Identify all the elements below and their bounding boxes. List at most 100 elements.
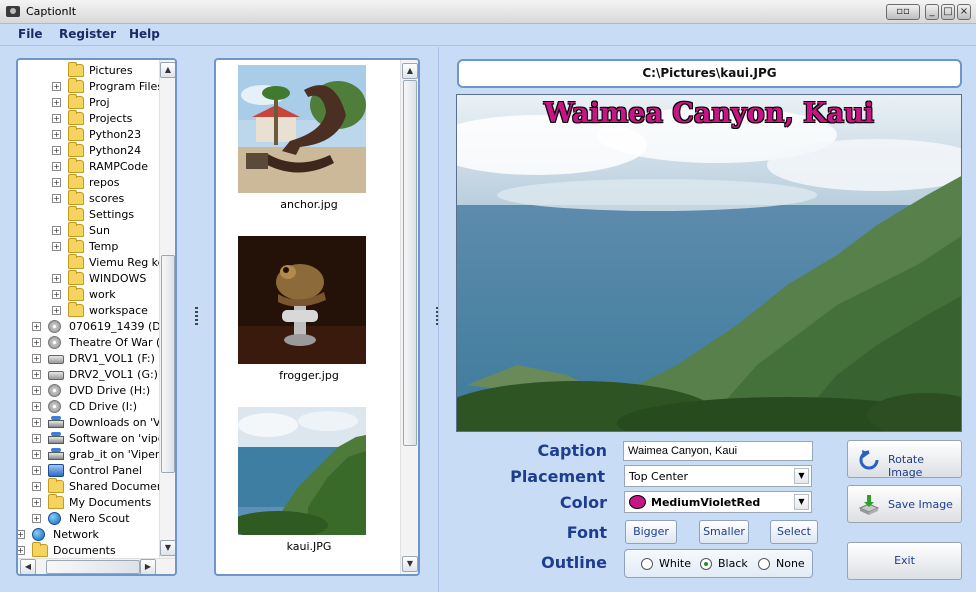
tree-item-label: 070619_1439 (D:) xyxy=(69,320,169,333)
expand-toggle-icon[interactable]: + xyxy=(18,530,25,539)
tree-item-label: Python23 xyxy=(89,128,142,141)
cd-drive-icon xyxy=(48,336,61,349)
expand-toggle-icon[interactable]: + xyxy=(32,514,41,523)
expand-toggle-icon[interactable]: + xyxy=(32,434,41,443)
expand-toggle-icon[interactable]: + xyxy=(32,466,41,475)
tree-item-label: Sun xyxy=(89,224,110,237)
outline-black-label[interactable]: Black xyxy=(718,557,748,570)
tree-item-label: work xyxy=(89,288,116,301)
tree-scroll-thumb[interactable] xyxy=(161,255,175,473)
tree-vertical-scrollbar[interactable]: ▲ ▼ xyxy=(159,60,175,558)
expand-toggle-icon[interactable]: + xyxy=(32,338,41,347)
font-smaller-button[interactable]: Smaller xyxy=(699,520,749,544)
expand-toggle-icon[interactable]: + xyxy=(32,498,41,507)
outline-white-label[interactable]: White xyxy=(659,557,691,570)
tree-scroll-left-button[interactable]: ◀ xyxy=(20,559,36,574)
rotate-image-button[interactable]: Rotate Image xyxy=(847,440,962,479)
tree-horizontal-scrollbar[interactable]: ◀ ▶ xyxy=(18,558,175,574)
expand-toggle-icon[interactable]: + xyxy=(32,386,41,395)
tree-item-label: Documents xyxy=(53,544,116,557)
expand-toggle-icon[interactable]: + xyxy=(52,242,61,251)
expand-toggle-icon[interactable]: + xyxy=(52,178,61,187)
expand-toggle-icon[interactable]: + xyxy=(52,114,61,123)
thumbnail-frogger[interactable] xyxy=(238,236,366,364)
folder-tree[interactable]: Pictures + Program Files + Proj + Projects + Pyt… xyxy=(16,58,177,576)
tree-item-label: My Documents xyxy=(69,496,152,509)
tree-scroll-down-button[interactable]: ▼ xyxy=(160,540,175,556)
thumbnail-list[interactable]: anchor.jpg frogger.jpg kaui.JPG ▲ ▼ xyxy=(214,58,420,576)
placement-value: Top Center xyxy=(629,470,689,483)
pane-divider xyxy=(438,47,439,592)
menu-register[interactable]: Register xyxy=(59,27,116,41)
canyon-thumbnail-image xyxy=(238,407,366,535)
thumbnail-caption-anchor: anchor.jpg xyxy=(280,198,338,211)
expand-toggle-icon[interactable]: + xyxy=(52,98,61,107)
save-image-button[interactable]: Save Image xyxy=(847,485,962,523)
restore-layout-button[interactable]: ▫▫ xyxy=(886,4,920,20)
thumbnail-scroll-up-button[interactable]: ▲ xyxy=(402,63,418,79)
exit-button[interactable]: Exit xyxy=(847,542,962,580)
expand-toggle-icon[interactable]: + xyxy=(52,226,61,235)
outline-none-label[interactable]: None xyxy=(776,557,805,570)
folder-icon xyxy=(68,174,84,189)
thumbnail-kaui[interactable] xyxy=(238,407,366,535)
cd-drive-icon xyxy=(48,384,61,397)
expand-toggle-icon[interactable]: + xyxy=(52,162,61,171)
tree-item-label: DRV2_VOL1 (G:) xyxy=(69,368,158,381)
folder-icon xyxy=(68,222,84,237)
expand-toggle-icon[interactable]: + xyxy=(32,450,41,459)
folder-icon xyxy=(68,206,84,221)
menu-file[interactable]: File xyxy=(18,27,43,41)
placement-label: Placement xyxy=(510,467,605,486)
tree-scroll-right-button[interactable]: ▶ xyxy=(140,559,156,574)
color-swatch-icon xyxy=(629,495,646,509)
folder-icon xyxy=(68,238,84,253)
minimize-button[interactable]: _ xyxy=(925,4,939,20)
folder-icon xyxy=(68,190,84,205)
tree-item-label: Control Panel xyxy=(69,464,142,477)
expand-toggle-icon[interactable]: + xyxy=(32,402,41,411)
expand-toggle-icon[interactable]: + xyxy=(32,370,41,379)
thumbnail-vertical-scrollbar[interactable]: ▲ ▼ xyxy=(400,60,418,574)
thumbnail-scroll-thumb[interactable] xyxy=(403,80,417,446)
tree-scroll-up-button[interactable]: ▲ xyxy=(160,62,175,78)
close-button[interactable]: × xyxy=(957,4,971,20)
placement-select[interactable]: Top Center ▼ xyxy=(624,465,812,487)
expand-toggle-icon[interactable]: + xyxy=(32,322,41,331)
font-select-button[interactable]: Select xyxy=(770,520,818,544)
rotate-image-label: Rotate Image xyxy=(888,453,925,479)
left-splitter-grip[interactable] xyxy=(195,307,198,325)
expand-toggle-icon[interactable]: + xyxy=(52,290,61,299)
font-bigger-button[interactable]: Bigger xyxy=(625,520,677,544)
folder-icon xyxy=(32,542,48,557)
expand-toggle-icon[interactable]: + xyxy=(18,546,25,555)
color-dropdown-icon[interactable]: ▼ xyxy=(794,494,809,510)
thumbnail-anchor[interactable] xyxy=(238,65,366,193)
maximize-button[interactable]: □ xyxy=(941,4,955,20)
expand-toggle-icon[interactable]: + xyxy=(32,482,41,491)
expand-toggle-icon[interactable]: + xyxy=(52,82,61,91)
expand-toggle-icon[interactable]: + xyxy=(52,194,61,203)
menu-help[interactable]: Help xyxy=(129,27,160,41)
outline-label: Outline xyxy=(541,553,607,572)
caption-input[interactable] xyxy=(623,441,813,461)
tree-item-label: workspace xyxy=(89,304,148,317)
expand-toggle-icon[interactable]: + xyxy=(32,354,41,363)
folder-icon xyxy=(68,286,84,301)
tree-item-label: Temp xyxy=(89,240,119,253)
expand-toggle-icon[interactable]: + xyxy=(52,146,61,155)
hard-drive-icon xyxy=(48,371,64,380)
expand-toggle-icon[interactable]: + xyxy=(32,418,41,427)
placement-dropdown-icon[interactable]: ▼ xyxy=(794,468,809,484)
expand-toggle-icon[interactable]: + xyxy=(52,274,61,283)
color-select[interactable]: MediumVioletRed ▼ xyxy=(624,491,812,513)
tree-hscroll-thumb[interactable] xyxy=(46,560,140,574)
network-globe-icon xyxy=(48,512,61,525)
thumbnail-scroll-down-button[interactable]: ▼ xyxy=(402,556,418,572)
outline-white-radio[interactable] xyxy=(641,558,653,570)
folder-icon xyxy=(68,126,84,141)
expand-toggle-icon[interactable]: + xyxy=(52,130,61,139)
expand-toggle-icon[interactable]: + xyxy=(52,306,61,315)
outline-none-radio[interactable] xyxy=(758,558,770,570)
outline-black-radio[interactable] xyxy=(700,558,712,570)
